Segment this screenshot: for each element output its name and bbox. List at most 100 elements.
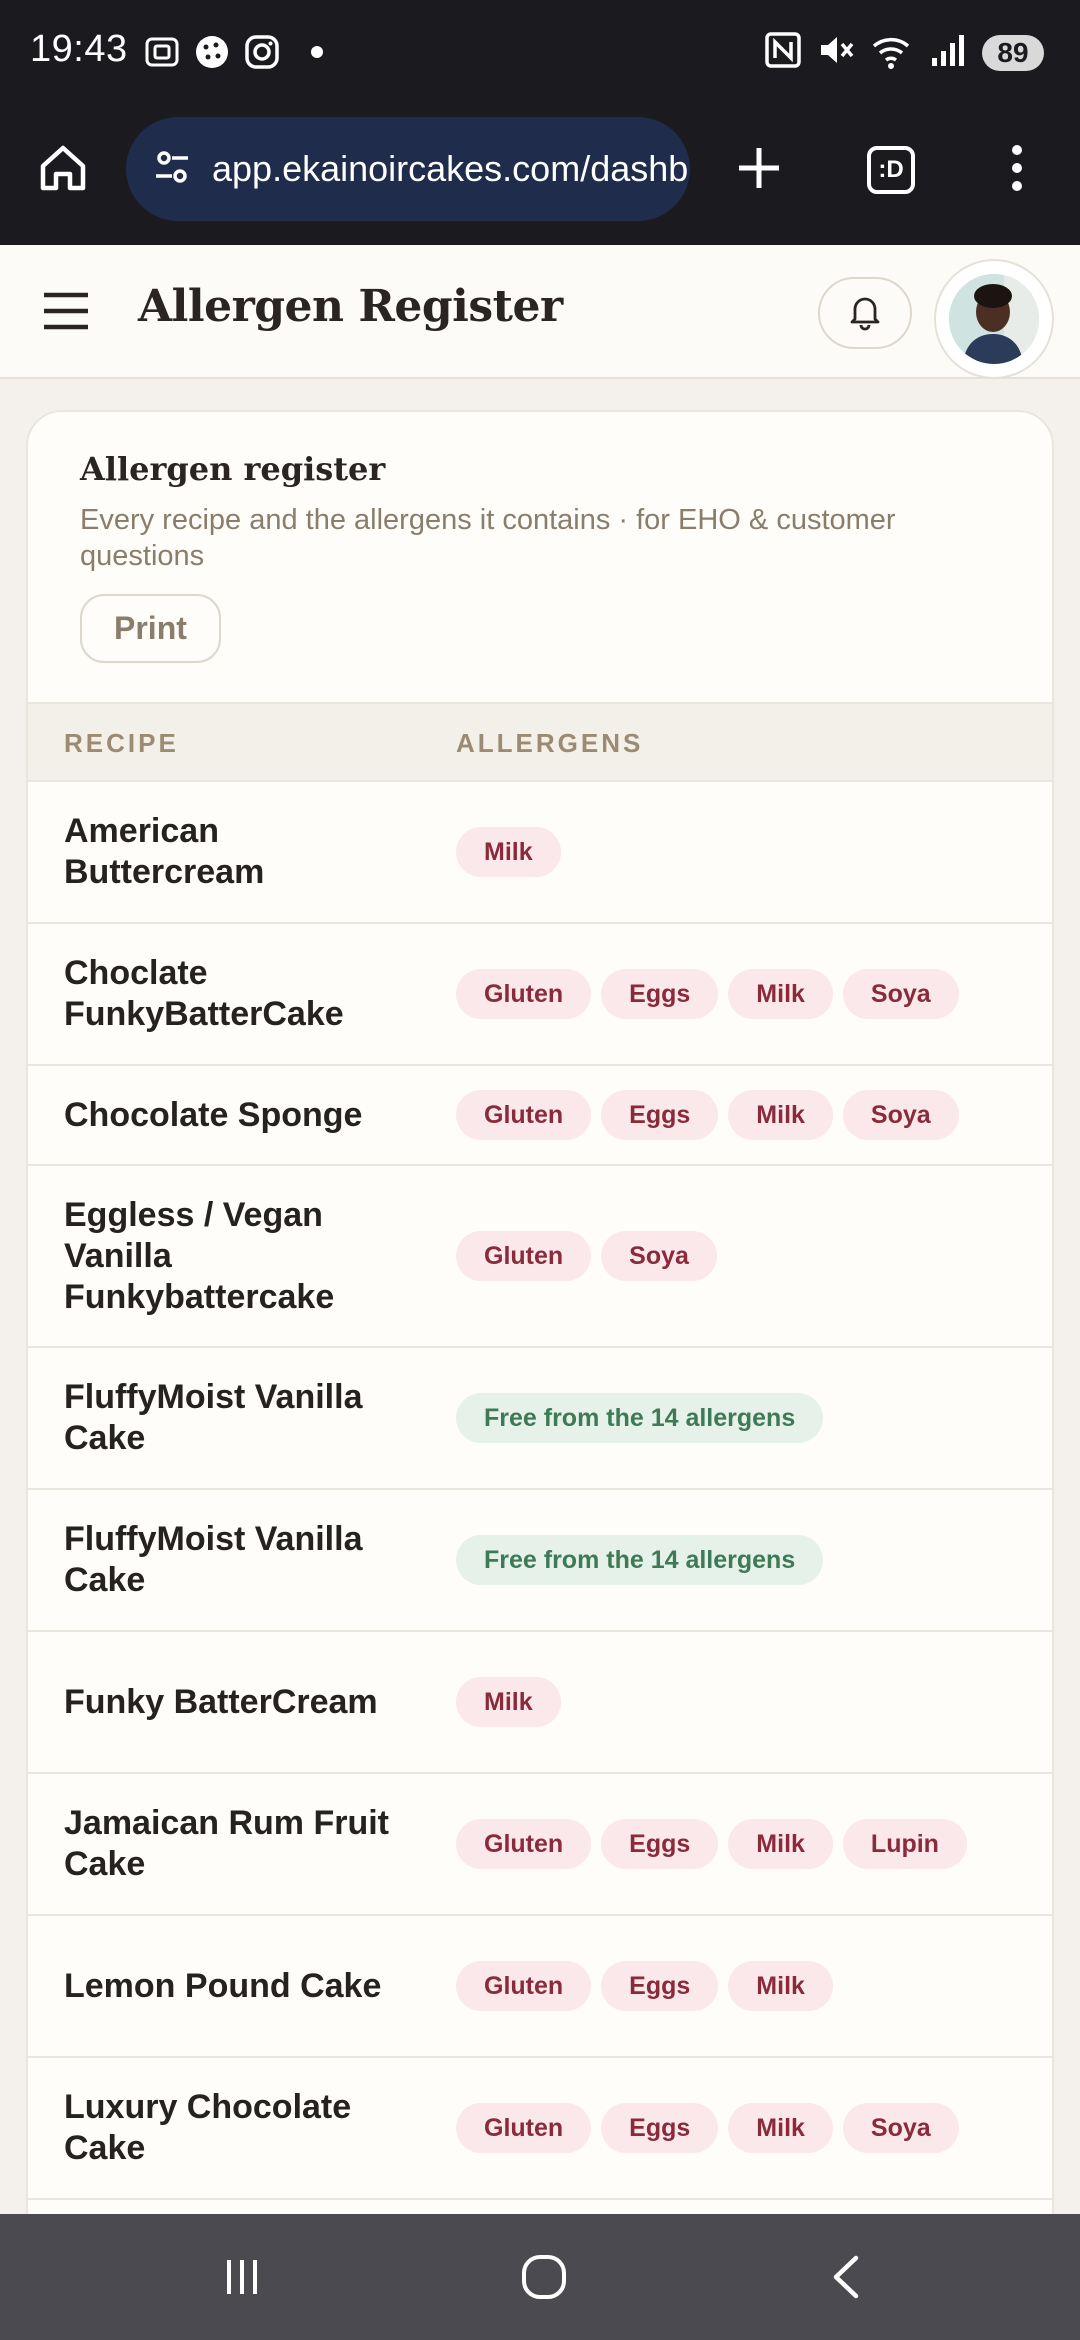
- table-row[interactable]: Funky BatterCream Milk: [28, 1632, 1052, 1774]
- recipe-name: American Buttercream: [64, 812, 265, 891]
- hamburger-icon: [40, 292, 92, 341]
- signal-icon: [928, 30, 968, 75]
- allergen-chip: Gluten: [456, 2103, 592, 2153]
- table-row[interactable]: Luxury Chocolate Cake Gluten Eggs Milk S…: [28, 2058, 1052, 2200]
- table-row[interactable]: FluffyMoist Vanilla Cake Free from the 1…: [28, 1490, 1052, 1632]
- recipe-name: Chocolate Sponge: [64, 1095, 363, 1134]
- allergen-chips: Free from the 14 allergens: [456, 1393, 824, 1443]
- status-right: 89: [764, 30, 1044, 75]
- recipe-name: FluffyMoist Vanilla Cake: [64, 1378, 363, 1457]
- recents-icon: [217, 2252, 267, 2307]
- allergen-free-chip: Free from the 14 allergens: [456, 1393, 824, 1443]
- allergen-chip: Milk: [456, 827, 561, 877]
- table-row[interactable]: Lemon Pound Cake Gluten Eggs Milk: [28, 1916, 1052, 2058]
- allergen-chips: Milk: [456, 827, 561, 877]
- allergen-chips: Gluten Eggs Milk Soya: [456, 1090, 959, 1140]
- allergen-chips: Gluten Eggs Milk Soya: [456, 2103, 959, 2153]
- page-title: Allergen Register: [138, 281, 563, 332]
- home-icon: [35, 140, 91, 201]
- column-header-recipe: RECIPE: [64, 728, 179, 758]
- table-row[interactable]: Choclate FunkyBatterCake Gluten Eggs Mil…: [28, 924, 1052, 1066]
- allergen-free-chip: Free from the 14 allergens: [456, 1535, 824, 1585]
- allergen-chip: Soya: [842, 969, 959, 1019]
- allergen-chip: Eggs: [601, 1819, 719, 1869]
- dot-icon: [310, 45, 324, 64]
- allergen-chip: Eggs: [601, 2103, 719, 2153]
- back-button[interactable]: [812, 2244, 882, 2314]
- status-time: 19:43: [30, 28, 128, 70]
- allergen-chip: Milk: [456, 1677, 561, 1727]
- menu-button[interactable]: [40, 285, 92, 337]
- table-body: American Buttercream Milk Choclate Funky…: [28, 782, 1052, 2200]
- more-vert-icon: [1009, 143, 1025, 198]
- allergen-chip: Gluten: [456, 1961, 592, 2011]
- table-row[interactable]: Jamaican Rum Fruit Cake Gluten Eggs Milk…: [28, 1774, 1052, 1916]
- home-circle-icon: [519, 2252, 569, 2307]
- browser-menu-button[interactable]: [982, 135, 1052, 205]
- card-header: Allergen register Every recipe and the a…: [28, 412, 1052, 702]
- allergen-chip: Milk: [728, 1961, 833, 2011]
- allergen-chip: Eggs: [601, 1961, 719, 2011]
- tab-count: :D: [878, 156, 904, 183]
- allergen-chip: Milk: [728, 969, 833, 1019]
- card-title: Allergen register: [80, 450, 386, 488]
- allergen-chip: Gluten: [456, 1090, 592, 1140]
- table-row[interactable]: American Buttercream Milk: [28, 782, 1052, 924]
- cookie-icon: [192, 32, 232, 77]
- notifications-button[interactable]: [818, 277, 912, 349]
- plus-icon: [734, 143, 784, 198]
- avatar: [949, 274, 1039, 364]
- allergen-chip: Milk: [728, 1090, 833, 1140]
- address-bar[interactable]: app.ekainoircakes.com/dashb: [126, 117, 690, 221]
- recipe-name: Lemon Pound Cake: [64, 1966, 382, 2005]
- allergen-chip: Soya: [842, 1090, 959, 1140]
- table-row[interactable]: FluffyMoist Vanilla Cake Free from the 1…: [28, 1348, 1052, 1490]
- allergen-chips: Gluten Eggs Milk: [456, 1961, 833, 2011]
- allergen-chip: Milk: [728, 2103, 833, 2153]
- recipe-name: Funky BatterCream: [64, 1682, 378, 1721]
- recipe-name: FluffyMoist Vanilla Cake: [64, 1520, 363, 1599]
- column-header-allergens: ALLERGENS: [456, 728, 644, 758]
- site-settings-icon[interactable]: [150, 145, 194, 194]
- browser-toolbar: app.ekainoircakes.com/dashb :D: [0, 105, 1080, 245]
- screenshot-icon: [142, 32, 182, 77]
- recipe-name: Jamaican Rum Fruit Cake: [64, 1804, 389, 1883]
- recipe-name: Choclate FunkyBatterCake: [64, 954, 344, 1033]
- home-button[interactable]: [28, 135, 98, 205]
- new-tab-button[interactable]: [724, 135, 794, 205]
- allergen-chips: Milk: [456, 1677, 561, 1727]
- home-nav-button[interactable]: [509, 2244, 579, 2314]
- status-left-icons: [142, 32, 324, 77]
- table-row[interactable]: Chocolate Sponge Gluten Eggs Milk Soya: [28, 1066, 1052, 1166]
- print-button[interactable]: Print: [80, 594, 221, 663]
- allergen-chips: Free from the 14 allergens: [456, 1535, 824, 1585]
- allergen-chips: Gluten Eggs Milk Lupin: [456, 1819, 967, 1869]
- allergen-register-card: Allergen register Every recipe and the a…: [26, 410, 1054, 2250]
- allergen-chip: Gluten: [456, 969, 592, 1019]
- allergen-chip: Milk: [728, 1819, 833, 1869]
- allergen-chip: Eggs: [601, 1090, 719, 1140]
- allergen-chip: Soya: [842, 2103, 959, 2153]
- chevron-left-icon: [822, 2252, 872, 2307]
- system-nav-bar: [0, 2214, 1080, 2340]
- app-header: Allergen Register: [0, 245, 1080, 379]
- allergen-chip: Gluten: [456, 1231, 592, 1281]
- mute-icon: [816, 30, 856, 75]
- card-subtitle: Every recipe and the allergens it contai…: [80, 504, 896, 572]
- status-bar: 19:43 89: [0, 0, 1080, 105]
- tab-switcher-button[interactable]: :D: [856, 135, 926, 205]
- allergen-chips: Gluten Soya: [456, 1231, 717, 1281]
- bell-icon: [845, 291, 885, 336]
- allergen-chip: Soya: [601, 1231, 717, 1281]
- instagram-icon: [242, 32, 282, 77]
- recipe-name: Eggless / Vegan Vanilla Funkybattercake: [64, 1195, 335, 1316]
- allergen-chip: Eggs: [601, 969, 719, 1019]
- allergen-chips: Gluten Eggs Milk Soya: [456, 969, 959, 1019]
- table-row[interactable]: Eggless / Vegan Vanilla Funkybattercake …: [28, 1166, 1052, 1348]
- url-text: app.ekainoircakes.com/dashb: [212, 148, 689, 189]
- profile-button[interactable]: [934, 259, 1054, 379]
- nfc-icon: [764, 31, 802, 74]
- battery-indicator: 89: [982, 34, 1044, 71]
- recent-apps-button[interactable]: [207, 2244, 277, 2314]
- table-header: RECIPE ALLERGENS: [28, 702, 1052, 782]
